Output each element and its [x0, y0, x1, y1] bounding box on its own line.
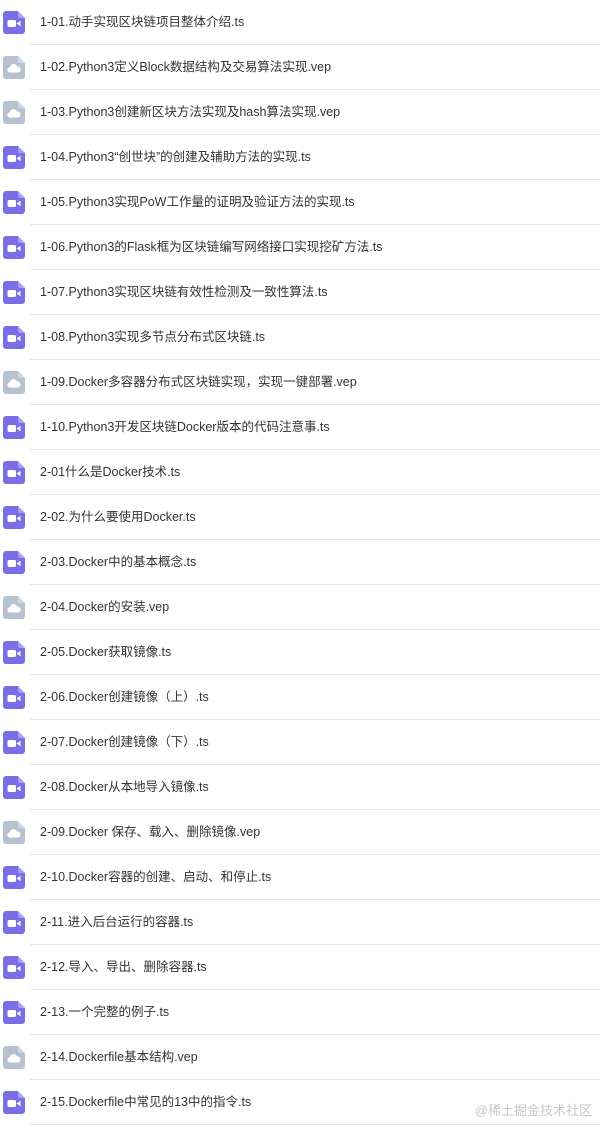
- video-file-icon: [3, 191, 25, 214]
- video-file-icon: [3, 731, 25, 754]
- file-name: 2-11.进入后台运行的容器.ts: [40, 915, 194, 929]
- video-file-icon: [3, 551, 25, 574]
- file-name: 2-06.Docker创建镜像（上）.ts: [40, 690, 209, 704]
- file-name: 1-05.Python3实现PoW工作量的证明及验证方法的实现.ts: [40, 195, 355, 209]
- file-name: 1-01.动手实现区块链项目整体介绍.ts: [40, 15, 245, 29]
- file-row[interactable]: 2-13.一个完整的例子.ts: [0, 990, 600, 1035]
- file-row[interactable]: 2-12.导入、导出、删除容器.ts: [0, 945, 600, 990]
- video-file-icon: [3, 911, 25, 934]
- file-row[interactable]: 1-09.Docker多容器分布式区块链实现，实现一键部署.vep: [0, 360, 600, 405]
- video-file-icon: [3, 641, 25, 664]
- file-name: 2-12.导入、导出、删除容器.ts: [40, 960, 207, 974]
- file-name: 2-15.Dockerfile中常见的13中的指令.ts: [40, 1095, 252, 1109]
- cloud-file-icon: [3, 56, 25, 79]
- file-row[interactable]: 1-08.Python3实现多节点分布式区块链.ts: [0, 315, 600, 360]
- file-row[interactable]: 2-11.进入后台运行的容器.ts: [0, 900, 600, 945]
- file-name: 2-09.Docker 保存、载入、删除镜像.vep: [40, 825, 261, 839]
- cloud-file-icon: [3, 1046, 25, 1069]
- file-row[interactable]: 1-04.Python3“创世块”的创建及辅助方法的实现.ts: [0, 135, 600, 180]
- file-row[interactable]: 2-14.Dockerfile基本结构.vep: [0, 1035, 600, 1080]
- file-row[interactable]: 1-07.Python3实现区块链有效性检测及一致性算法.ts: [0, 270, 600, 315]
- file-name: 1-04.Python3“创世块”的创建及辅助方法的实现.ts: [40, 150, 311, 164]
- cloud-file-icon: [3, 596, 25, 619]
- watermark: @稀土掘金技术社区: [474, 1103, 592, 1118]
- file-row[interactable]: 2-02.为什么要使用Docker.ts: [0, 495, 600, 540]
- file-row[interactable]: 2-03.Docker中的基本概念.ts: [0, 540, 600, 585]
- file-list: 1-01.动手实现区块链项目整体介绍.ts 1-02.Python3定义Bloc…: [0, 0, 600, 1125]
- file-row[interactable]: 2-07.Docker创建镜像（下）.ts: [0, 720, 600, 765]
- file-name: 2-08.Docker从本地导入镜像.ts: [40, 780, 209, 794]
- file-name: 2-04.Docker的安装.vep: [40, 600, 170, 614]
- file-row[interactable]: 1-06.Python3的Flask框为区块链编写网络接口实现挖矿方法.ts: [0, 225, 600, 270]
- file-row[interactable]: 2-08.Docker从本地导入镜像.ts: [0, 765, 600, 810]
- file-name: 1-02.Python3定义Block数据结构及交易算法实现.vep: [40, 60, 332, 74]
- file-name: 2-02.为什么要使用Docker.ts: [40, 510, 196, 524]
- file-name: 1-03.Python3创建新区块方法实现及hash算法实现.vep: [40, 105, 341, 119]
- file-row[interactable]: 1-02.Python3定义Block数据结构及交易算法实现.vep: [0, 45, 600, 90]
- video-file-icon: [3, 1001, 25, 1024]
- file-row[interactable]: 2-06.Docker创建镜像（上）.ts: [0, 675, 600, 720]
- file-name: 1-06.Python3的Flask框为区块链编写网络接口实现挖矿方法.ts: [40, 240, 383, 254]
- file-name: 2-03.Docker中的基本概念.ts: [40, 555, 197, 569]
- video-file-icon: [3, 146, 25, 169]
- video-file-icon: [3, 686, 25, 709]
- cloud-file-icon: [3, 101, 25, 124]
- file-row[interactable]: 1-10.Python3开发区块链Docker版本的代码注意事.ts: [0, 405, 600, 450]
- file-name: 2-10.Docker容器的创建、启动、和停止.ts: [40, 870, 272, 884]
- video-file-icon: [3, 1091, 25, 1114]
- cloud-file-icon: [3, 371, 25, 394]
- video-file-icon: [3, 956, 25, 979]
- video-file-icon: [3, 776, 25, 799]
- cloud-file-icon: [3, 821, 25, 844]
- file-name: 2-07.Docker创建镜像（下）.ts: [40, 735, 209, 749]
- file-row[interactable]: 2-04.Docker的安装.vep: [0, 585, 600, 630]
- video-file-icon: [3, 461, 25, 484]
- file-row[interactable]: 1-01.动手实现区块链项目整体介绍.ts: [0, 0, 600, 45]
- file-name: 1-10.Python3开发区块链Docker版本的代码注意事.ts: [40, 420, 330, 434]
- video-file-icon: [3, 326, 25, 349]
- video-file-icon: [3, 11, 25, 34]
- file-row[interactable]: 2-10.Docker容器的创建、启动、和停止.ts: [0, 855, 600, 900]
- file-name: 2-01什么是Docker技术.ts: [40, 465, 181, 479]
- video-file-icon: [3, 281, 25, 304]
- video-file-icon: [3, 866, 25, 889]
- video-file-icon: [3, 236, 25, 259]
- file-name: 1-07.Python3实现区块链有效性检测及一致性算法.ts: [40, 285, 328, 299]
- file-name: 2-14.Dockerfile基本结构.vep: [40, 1050, 198, 1064]
- file-name: 1-09.Docker多容器分布式区块链实现，实现一键部署.vep: [40, 375, 357, 389]
- file-row[interactable]: 2-09.Docker 保存、载入、删除镜像.vep: [0, 810, 600, 855]
- video-file-icon: [3, 506, 25, 529]
- file-name: 2-13.一个完整的例子.ts: [40, 1005, 170, 1019]
- file-row[interactable]: 1-05.Python3实现PoW工作量的证明及验证方法的实现.ts: [0, 180, 600, 225]
- file-row[interactable]: 2-01什么是Docker技术.ts: [0, 450, 600, 495]
- file-row[interactable]: 1-03.Python3创建新区块方法实现及hash算法实现.vep: [0, 90, 600, 135]
- video-file-icon: [3, 416, 25, 439]
- file-row[interactable]: 2-05.Docker获取镜像.ts: [0, 630, 600, 675]
- file-name: 1-08.Python3实现多节点分布式区块链.ts: [40, 330, 266, 344]
- file-name: 2-05.Docker获取镜像.ts: [40, 645, 172, 659]
